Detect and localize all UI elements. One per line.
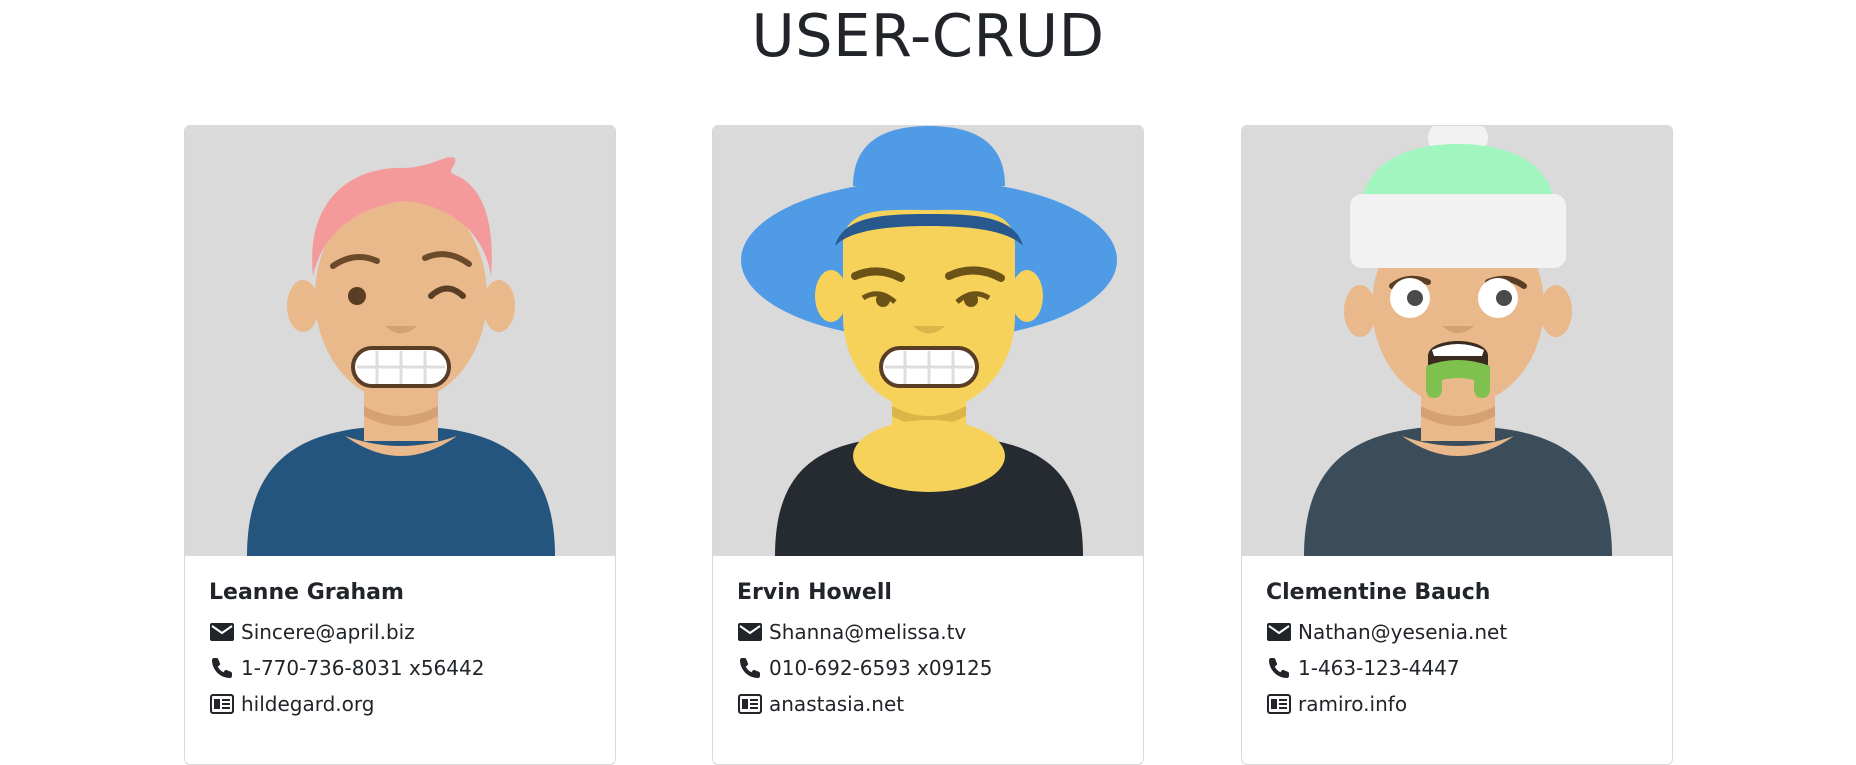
- website-row: anastasia.net: [737, 686, 1119, 722]
- phone-row: 010-692-6593 x09125: [737, 650, 1119, 686]
- newspaper-icon: [737, 691, 763, 717]
- phone-text[interactable]: 010-692-6593 x09125: [769, 656, 993, 680]
- user-avatar: [713, 126, 1143, 556]
- phone-icon: [1266, 655, 1292, 681]
- envelope-icon: [1266, 619, 1292, 645]
- phone-icon: [737, 655, 763, 681]
- email-text[interactable]: Sincere@april.biz: [241, 620, 415, 644]
- newspaper-icon: [209, 691, 235, 717]
- user-card[interactable]: Ervin Howell Shanna@melissa.tv 010-692-6…: [712, 125, 1144, 765]
- website-link[interactable]: anastasia.net: [769, 692, 904, 716]
- newspaper-icon: [1266, 691, 1292, 717]
- email-row: Shanna@melissa.tv: [737, 614, 1119, 650]
- user-card[interactable]: Clementine Bauch Nathan@yesenia.net 1-46…: [1241, 125, 1673, 765]
- email-row: Sincere@april.biz: [209, 614, 591, 650]
- email-text[interactable]: Nathan@yesenia.net: [1298, 620, 1507, 644]
- website-link[interactable]: ramiro.info: [1298, 692, 1407, 716]
- card-body: Clementine Bauch Nathan@yesenia.net 1-46…: [1242, 556, 1672, 722]
- user-name: Leanne Graham: [209, 580, 404, 605]
- user-name: Ervin Howell: [737, 580, 892, 605]
- phone-text[interactable]: 1-463-123-4447: [1298, 656, 1460, 680]
- phone-icon: [209, 655, 235, 681]
- card-body: Ervin Howell Shanna@melissa.tv 010-692-6…: [713, 556, 1143, 722]
- website-row: hildegard.org: [209, 686, 591, 722]
- user-card[interactable]: Leanne Graham Sincere@april.biz 1-770-73…: [184, 125, 616, 765]
- phone-row: 1-463-123-4447: [1266, 650, 1648, 686]
- email-row: Nathan@yesenia.net: [1266, 614, 1648, 650]
- website-row: ramiro.info: [1266, 686, 1648, 722]
- envelope-icon: [209, 619, 235, 645]
- card-body: Leanne Graham Sincere@april.biz 1-770-73…: [185, 556, 615, 722]
- user-avatar: [1242, 126, 1672, 556]
- email-text[interactable]: Shanna@melissa.tv: [769, 620, 966, 644]
- page-title: USER-CRUD: [751, 1, 1105, 70]
- envelope-icon: [737, 619, 763, 645]
- website-link[interactable]: hildegard.org: [241, 692, 374, 716]
- user-name: Clementine Bauch: [1266, 580, 1491, 605]
- phone-text[interactable]: 1-770-736-8031 x56442: [241, 656, 484, 680]
- user-avatar: [185, 126, 615, 556]
- phone-row: 1-770-736-8031 x56442: [209, 650, 591, 686]
